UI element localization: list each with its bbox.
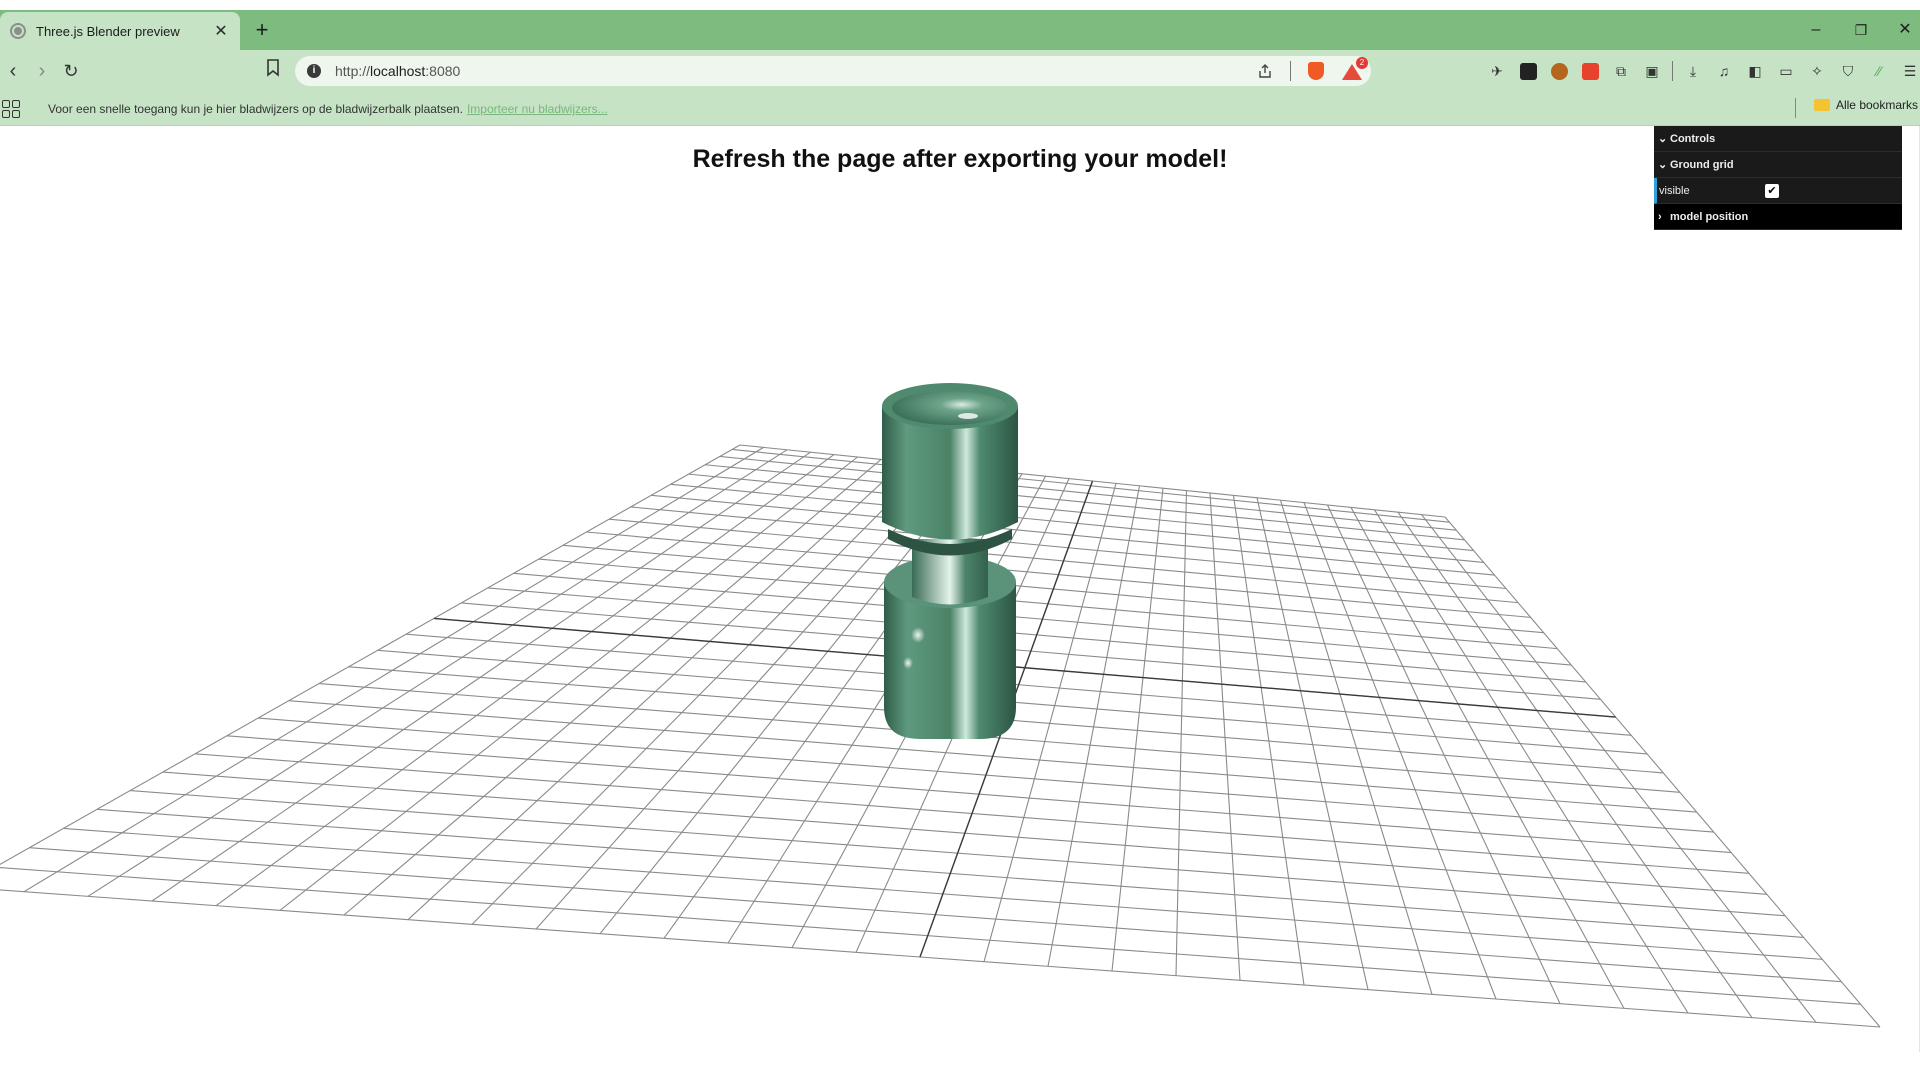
bat-icon: 2: [1342, 57, 1368, 80]
folder-icon: [1813, 99, 1830, 111]
reload-button[interactable]: ↻: [58, 58, 84, 84]
gui-visible-label: visible: [1659, 184, 1690, 197]
grid-line: [0, 889, 1881, 1028]
chevron-down-icon: ⌄: [1658, 159, 1668, 171]
brave-rewards-button[interactable]: 2: [1341, 57, 1368, 82]
bookmark-button[interactable]: [260, 58, 286, 84]
slash-icon[interactable]: ⁄⁄: [1868, 60, 1890, 82]
grid-line: [1175, 490, 1188, 976]
gui-controls-label: Controls: [1670, 132, 1716, 145]
translate-icon[interactable]: [1579, 60, 1601, 82]
cookie-icon[interactable]: [1548, 60, 1570, 82]
chevron-right-icon: ›: [1658, 210, 1662, 223]
grid-line: [151, 451, 811, 902]
vpn-shield-icon[interactable]: ⛉: [1837, 60, 1859, 82]
bookmarks-bar: Voor een snelle toegang kun je hier blad…: [0, 92, 1920, 126]
chevron-down-icon: ⌄: [1658, 133, 1668, 145]
grid-line: [1444, 516, 1881, 1028]
grid-line: [279, 456, 858, 911]
threejs-canvas[interactable]: [0, 127, 1920, 1052]
gui-model-position-label: model position: [1670, 210, 1749, 223]
grid-line: [1303, 502, 1497, 1000]
forward-button[interactable]: ›: [29, 58, 55, 84]
browser-tab[interactable]: Three.js Blender preview ✕: [0, 12, 240, 50]
grid-line: [1421, 514, 1817, 1023]
grid-line: [1327, 504, 1561, 1004]
tab-title: Three.js Blender preview: [36, 23, 180, 39]
site-info-icon[interactable]: i: [307, 64, 321, 78]
sidebar-icon[interactable]: ◧: [1744, 60, 1766, 82]
address-bar[interactable]: i http://localhost:8080 2: [295, 56, 1371, 86]
new-tab-button[interactable]: +: [250, 18, 274, 42]
grid-line: [1350, 507, 1625, 1009]
globe-icon: [10, 23, 26, 39]
all-bookmarks-button[interactable]: Alle bookmarks: [1813, 98, 1918, 112]
close-window-button[interactable]: ✕: [1890, 18, 1920, 42]
download-icon[interactable]: ⤓: [1682, 60, 1704, 82]
page-heading: Refresh the page after exporting your mo…: [692, 145, 1228, 173]
grid-line: [1256, 497, 1369, 990]
gui-ground-grid-folder[interactable]: ⌄ Ground grid: [1654, 152, 1902, 178]
wallet-icon[interactable]: ▭: [1775, 60, 1797, 82]
brave-shields-button[interactable]: [1305, 60, 1327, 82]
bookmarks-hint: Voor een snelle toegang kun je hier blad…: [48, 102, 608, 116]
reader-icon[interactable]: ▣: [1641, 60, 1663, 82]
gui-ground-grid-label: Ground grid: [1670, 158, 1734, 171]
media-icon[interactable]: ♫: [1713, 60, 1735, 82]
rewards-badge: 2: [1356, 57, 1368, 69]
grid-line: [23, 446, 764, 893]
browser-toolbar: ‹ › ↻ i http://localhost:8080 2 ✈ ⧉ ▣ ⤓ …: [0, 50, 1920, 92]
grid-line: [87, 449, 788, 897]
bookmarks-separator: [1795, 98, 1796, 118]
extensions-area: ✈ ⧉ ▣ ⤓ ♫ ◧ ▭ ✧ ⛉ ⁄⁄ ☰: [1486, 60, 1920, 82]
gui-panel: ⌄ Controls ⌄ Ground grid visible ✔ › mod…: [1654, 126, 1902, 230]
lion-icon: [1308, 62, 1324, 80]
gui-visible-row: visible ✔: [1654, 178, 1902, 204]
grid-line: [0, 444, 741, 865]
window-top-edge: [0, 0, 1920, 10]
gui-controls-folder[interactable]: ⌄ Controls: [1654, 126, 1902, 152]
extensions-separator: [1672, 61, 1673, 81]
restore-button[interactable]: ❐: [1846, 18, 1876, 42]
gui-model-position-folder[interactable]: › model position: [1654, 204, 1902, 230]
grid-line: [471, 463, 929, 925]
grid-line: [1397, 511, 1753, 1018]
menu-icon[interactable]: ☰: [1899, 60, 1920, 82]
gui-visible-checkbox[interactable]: ✔: [1765, 183, 1779, 198]
rocket-icon[interactable]: ✈: [1486, 60, 1508, 82]
omnibox-separator: [1290, 61, 1291, 81]
terminal-icon[interactable]: [1517, 60, 1539, 82]
share-icon[interactable]: [1254, 60, 1276, 82]
all-bookmarks-label: Alle bookmarks: [1835, 98, 1918, 112]
grid-line: [1111, 488, 1164, 972]
import-bookmarks-link[interactable]: Importeer nu bladwijzers...: [467, 102, 608, 116]
back-button[interactable]: ‹: [0, 58, 26, 84]
page-bottom-edge: [0, 1052, 1920, 1080]
grid-line: [0, 867, 1861, 1005]
minimize-button[interactable]: –: [1801, 18, 1831, 42]
grid-line: [343, 458, 882, 916]
leo-ai-icon[interactable]: ✧: [1806, 60, 1828, 82]
tab-strip: Three.js Blender preview ✕ + – ❐ ✕: [0, 10, 1920, 50]
page-viewport: Refresh the page after exporting your mo…: [0, 127, 1920, 1052]
apps-icon[interactable]: [2, 100, 20, 118]
bookmark-icon: [267, 59, 279, 77]
puzzle-icon[interactable]: ⧉: [1610, 60, 1632, 82]
url-text: http://localhost:8080: [335, 63, 461, 79]
close-tab-icon[interactable]: ✕: [212, 21, 230, 41]
grid-line: [1047, 485, 1141, 967]
